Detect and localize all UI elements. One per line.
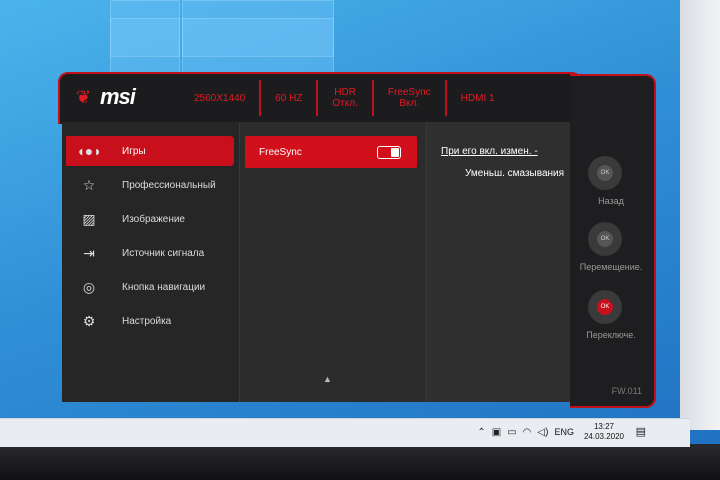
clock-time: 13:27: [593, 422, 614, 431]
joystick-select-icon: OK: [588, 290, 622, 324]
back-label: Назад: [598, 196, 624, 206]
system-tray: ⌃ ▣ ▭ ◠ ◁) ENG 13:27 24.03.2020: [477, 422, 624, 442]
description-line-2: Уменьш. смазывания: [465, 168, 565, 179]
description-panel: При его вкл. измен. - Уменьш. смазывания: [427, 122, 577, 402]
status-value: Откл.: [332, 98, 358, 109]
brand-text: msi: [100, 84, 136, 109]
main-menu: ◖●◗ Игры ☆ Профессиональный ▨ Изображени…: [62, 122, 240, 402]
navigation-guide: OK Назад OK Перемещение. OK Переключе. F…: [570, 74, 656, 408]
notification-center-icon[interactable]: ▤: [636, 425, 646, 438]
star-icon: ☆: [82, 176, 96, 193]
osd-menu: ❦ msi 2560X1440 60 HZ HDR Откл. FreeSync…: [58, 72, 656, 408]
menu-item-input-source[interactable]: ⇥ Источник сигнала: [66, 238, 234, 268]
show-hidden-icons-icon[interactable]: ⌃: [477, 427, 485, 438]
status-value: HDMI 1: [460, 92, 495, 104]
freesync-toggle[interactable]: [377, 145, 401, 159]
status-resolution: 2560X1440: [180, 80, 259, 116]
status-bar: 2560X1440 60 HZ HDR Откл. FreeSync Вкл. …: [180, 80, 509, 116]
network-icon[interactable]: ▭: [507, 427, 516, 438]
menu-item-label: Кнопка навигации: [122, 281, 206, 293]
osd-header: ❦ msi 2560X1440 60 HZ HDR Откл. FreeSync…: [58, 72, 582, 124]
menu-item-label: Игры: [122, 145, 146, 157]
joystick-back-icon: OK: [588, 156, 622, 190]
clock[interactable]: 13:27 24.03.2020: [584, 422, 624, 442]
submenu: FreeSync ▲: [240, 122, 427, 402]
security-icon[interactable]: ▣: [492, 427, 501, 438]
status-hdr: HDR Откл.: [316, 80, 371, 116]
status-value: 60 HZ: [275, 92, 303, 104]
language-indicator[interactable]: ENG: [554, 427, 574, 437]
ok-button-icon: OK: [597, 165, 613, 181]
status-value: Вкл.: [399, 98, 420, 109]
navigation-key-icon: ◎: [82, 278, 96, 295]
monitor-bezel-bottom: [0, 444, 720, 480]
ok-button-icon: OK: [597, 231, 613, 247]
windows-logo-pane: [110, 18, 180, 80]
msi-logo: ❦ msi: [76, 84, 136, 110]
gamepad-icon: ◖●◗: [76, 143, 102, 159]
status-label: HDR: [334, 87, 356, 98]
menu-item-professional[interactable]: ☆ Профессиональный: [66, 170, 234, 200]
status-input: HDMI 1: [444, 80, 509, 116]
joystick-move-icon: OK: [588, 222, 622, 256]
switch-label: Переключе.: [586, 330, 636, 340]
windows-logo-pane: [182, 18, 334, 80]
status-label: FreeSync: [387, 87, 431, 98]
wifi-icon[interactable]: ◠: [523, 427, 532, 438]
osd-body: ◖●◗ Игры ☆ Профессиональный ▨ Изображени…: [62, 122, 578, 402]
scroll-up-icon[interactable]: ▲: [323, 374, 332, 384]
description-line-1: При его вкл. измен. -: [441, 146, 538, 157]
ok-button-icon: OK: [597, 299, 613, 315]
menu-item-image[interactable]: ▨ Изображение: [66, 204, 234, 234]
firmware-version: FW.011: [611, 386, 642, 396]
status-value: 2560X1440: [194, 92, 246, 104]
status-refresh-rate: 60 HZ: [259, 80, 316, 116]
msi-dragon-icon: ❦: [76, 87, 92, 107]
submenu-item-freesync[interactable]: FreeSync: [245, 136, 417, 168]
menu-item-navigation-key[interactable]: ◎ Кнопка навигации: [66, 272, 234, 302]
menu-item-settings[interactable]: ⚙ Настройка: [66, 306, 234, 336]
menu-item-gaming[interactable]: ◖●◗ Игры: [66, 136, 234, 166]
submenu-item-label: FreeSync: [259, 146, 302, 158]
gear-icon: ⚙: [82, 312, 96, 329]
move-label: Перемещение.: [579, 262, 643, 272]
menu-item-label: Изображение: [122, 213, 185, 225]
taskbar: ⌃ ▣ ▭ ◠ ◁) ENG 13:27 24.03.2020 ▤: [0, 418, 690, 447]
monitor-bezel-right: [680, 0, 720, 430]
menu-item-label: Источник сигнала: [122, 247, 205, 259]
clock-date: 24.03.2020: [583, 432, 624, 441]
menu-item-label: Настройка: [122, 315, 172, 327]
volume-icon[interactable]: ◁): [537, 427, 548, 438]
input-source-icon: ⇥: [83, 244, 95, 261]
image-icon: ▨: [82, 210, 96, 227]
menu-item-label: Профессиональный: [122, 179, 216, 191]
status-freesync: FreeSync Вкл.: [371, 80, 445, 116]
